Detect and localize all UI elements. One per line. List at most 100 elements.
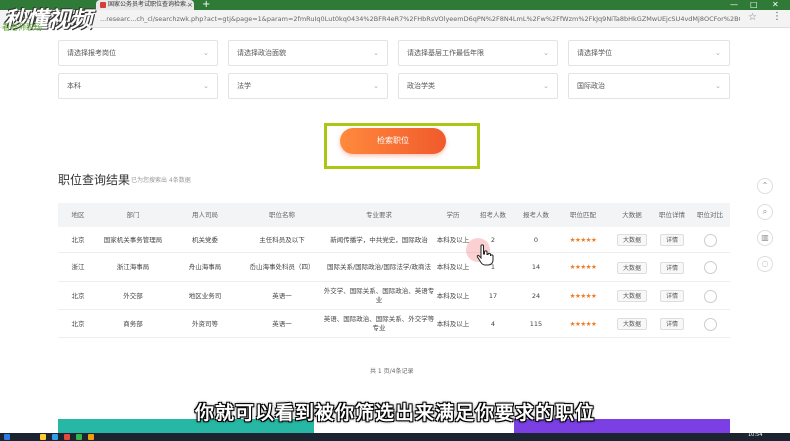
cell-text: 新闻传播学，中共党史，国际政治 [330, 235, 428, 244]
video-watermark-text: 看老师职场 [2, 23, 42, 32]
compare-checkbox[interactable] [703, 233, 717, 247]
chart-icon[interactable]: ▥ [757, 230, 773, 246]
back-to-top-icon[interactable]: ⌃ [757, 178, 773, 194]
match-stars: ★★★★★ [569, 235, 597, 244]
cell-text: 4 [490, 319, 496, 328]
cell-text: 本科及以上 [436, 291, 470, 300]
select-major[interactable]: 国际政治 ⌄ [568, 73, 730, 99]
compare-checkbox[interactable] [703, 317, 717, 331]
start-icon[interactable] [4, 434, 10, 440]
chevron-down-icon: ⌄ [203, 82, 209, 90]
window-minimize-icon[interactable]: — [730, 0, 738, 10]
cell-major: 英语、国际政治、国际关系、外交学等专业 [322, 310, 436, 338]
select-major-category[interactable]: 法学 ⌄ [228, 73, 388, 99]
cell-region: 浙江 [58, 253, 98, 282]
select-value: 请选择学位 [577, 49, 612, 57]
select-value: 政治学类 [407, 82, 435, 90]
browser-menu-icon[interactable]: ⋮ [772, 11, 782, 22]
select-value: 请选择基层工作最低年限 [407, 49, 484, 57]
cell-match: ★★★★★ [556, 310, 610, 338]
cell-text: 115 [529, 319, 543, 328]
table-row: 北京 国家机关事务管理局 机关党委 主任科员及以下 新闻传播学，中共党史，国际政治 本科及… [58, 227, 730, 253]
chevron-down-icon: ⌄ [373, 49, 379, 57]
taskbar-app-icon[interactable] [76, 434, 82, 440]
cell-text: 英语、国际政治、国际关系、外交学等专业 [323, 315, 435, 332]
window-close-icon[interactable]: ✕ [772, 0, 779, 10]
detail-button[interactable]: 详情 [659, 318, 684, 330]
big-data-button[interactable]: 大数据 [616, 290, 647, 302]
col-header: 报考人数 [523, 211, 549, 219]
taskbar-clock: 10:54 [748, 432, 763, 438]
cell-text: 本科及以上 [436, 319, 470, 328]
select-value: 国际政治 [577, 82, 605, 90]
big-data-button[interactable]: 大数据 [616, 234, 647, 246]
url-text[interactable]: ...researc...ch_cl/searchzwk.php?act=gtj… [100, 13, 740, 25]
select-degree[interactable]: 请选择学位 ⌄ [568, 40, 730, 66]
select-value: 本科 [67, 82, 81, 90]
search-positions-button[interactable]: 检索职位 [340, 128, 446, 154]
cell-applicants: 0 [516, 227, 556, 253]
big-data-button[interactable]: 大数据 [616, 318, 647, 330]
cell-position: 英语一 [242, 310, 322, 338]
col-header: 学历 [446, 211, 460, 219]
cell-text: 0 [533, 235, 539, 244]
cell-bureau: 外资司等 [168, 310, 242, 338]
pagination-info: 共 1 页/4条记录 [370, 368, 414, 375]
cell-text: 外资司等 [192, 319, 218, 328]
chat-icon[interactable]: ◌ [757, 256, 773, 272]
detail-button[interactable]: 详情 [659, 261, 684, 274]
bookmark-star-icon[interactable]: ☆ [748, 12, 757, 23]
taskbar-app-icon[interactable] [88, 434, 94, 440]
cell-match: ★★★★★ [556, 282, 610, 310]
cell-compare [690, 310, 730, 338]
big-data-button[interactable]: 大数据 [616, 261, 647, 274]
select-major-class[interactable]: 政治学类 ⌄ [398, 73, 558, 99]
table-row: 北京 商务部 外资司等 英语一 英语、国际政治、国际关系、外交学等专业 本科及以上 4 115… [58, 310, 730, 338]
taskbar-app-icon[interactable] [40, 434, 46, 440]
browser-tab[interactable]: 国家公务员考试职位查询检索... [96, 0, 194, 10]
window-maximize-icon[interactable]: □ [750, 0, 758, 10]
taskbar-app-icon[interactable] [52, 434, 58, 440]
chevron-down-icon: ⌄ [543, 82, 549, 90]
select-position[interactable]: 请选择报考岗位 ⌄ [58, 40, 218, 66]
col-header: 大数据 [622, 211, 642, 219]
cell-applicants: 24 [516, 282, 556, 310]
table-row: 北京 外交部 地区业务司 英语一 外交学、国际关系、国际政治、英语专业 本科及以上 17 24… [58, 282, 730, 310]
select-political-status[interactable]: 请选择政治面貌 ⌄ [228, 40, 388, 66]
chevron-down-icon: ⌄ [715, 82, 721, 90]
cell-detail: 详情 [654, 310, 690, 338]
cell-text: 北京 [71, 235, 85, 244]
cell-text: 24 [531, 291, 541, 300]
cell-text: 浙江海事局 [116, 263, 150, 271]
results-title: 职位查询结果 [58, 173, 131, 187]
cell-dept: 国家机关事务管理局 [98, 227, 168, 253]
cell-text: 商务部 [123, 319, 143, 328]
select-value: 法学 [237, 82, 251, 90]
cell-major: 国际关系/国际政治/国际法学/政商法 [322, 253, 436, 282]
cell-position: 岙山海事处科员（四） [242, 253, 322, 282]
tab-close-icon[interactable]: × [187, 0, 193, 10]
col-header: 职位名称 [269, 211, 295, 219]
chevron-down-icon: ⌄ [373, 82, 379, 90]
cell-text: 北京 [71, 291, 85, 300]
table-header: 地区 部门 用人司局 职位名称 专业要求 学历 招考人数 报考人数 职位匹配 大… [58, 203, 730, 227]
detail-button[interactable]: 详情 [659, 290, 684, 302]
video-subtitle: 你就可以看到被你筛选出来满足你要求的职位 [194, 402, 595, 424]
search-icon[interactable]: ⌕ [757, 204, 773, 220]
col-header: 专业要求 [366, 211, 392, 219]
new-tab-icon[interactable]: + [202, 0, 210, 10]
cell-text: 地区业务司 [188, 291, 222, 300]
detail-button[interactable]: 详情 [659, 234, 684, 246]
cell-bigdata: 大数据 [610, 282, 654, 310]
compare-checkbox[interactable] [703, 261, 717, 274]
select-work-years[interactable]: 请选择基层工作最低年限 ⌄ [398, 40, 558, 66]
cell-text: 本科及以上 [436, 235, 470, 244]
cell-text: 舟山海事局 [188, 263, 222, 271]
select-education[interactable]: 本科 ⌄ [58, 73, 218, 99]
compare-checkbox[interactable] [703, 289, 717, 303]
cell-position: 英语一 [242, 282, 322, 310]
cell-match: ★★★★★ [556, 227, 610, 253]
taskbar-app-icon[interactable] [64, 434, 70, 440]
cell-text: 17 [488, 291, 498, 300]
col-header: 职位详情 [659, 211, 685, 219]
